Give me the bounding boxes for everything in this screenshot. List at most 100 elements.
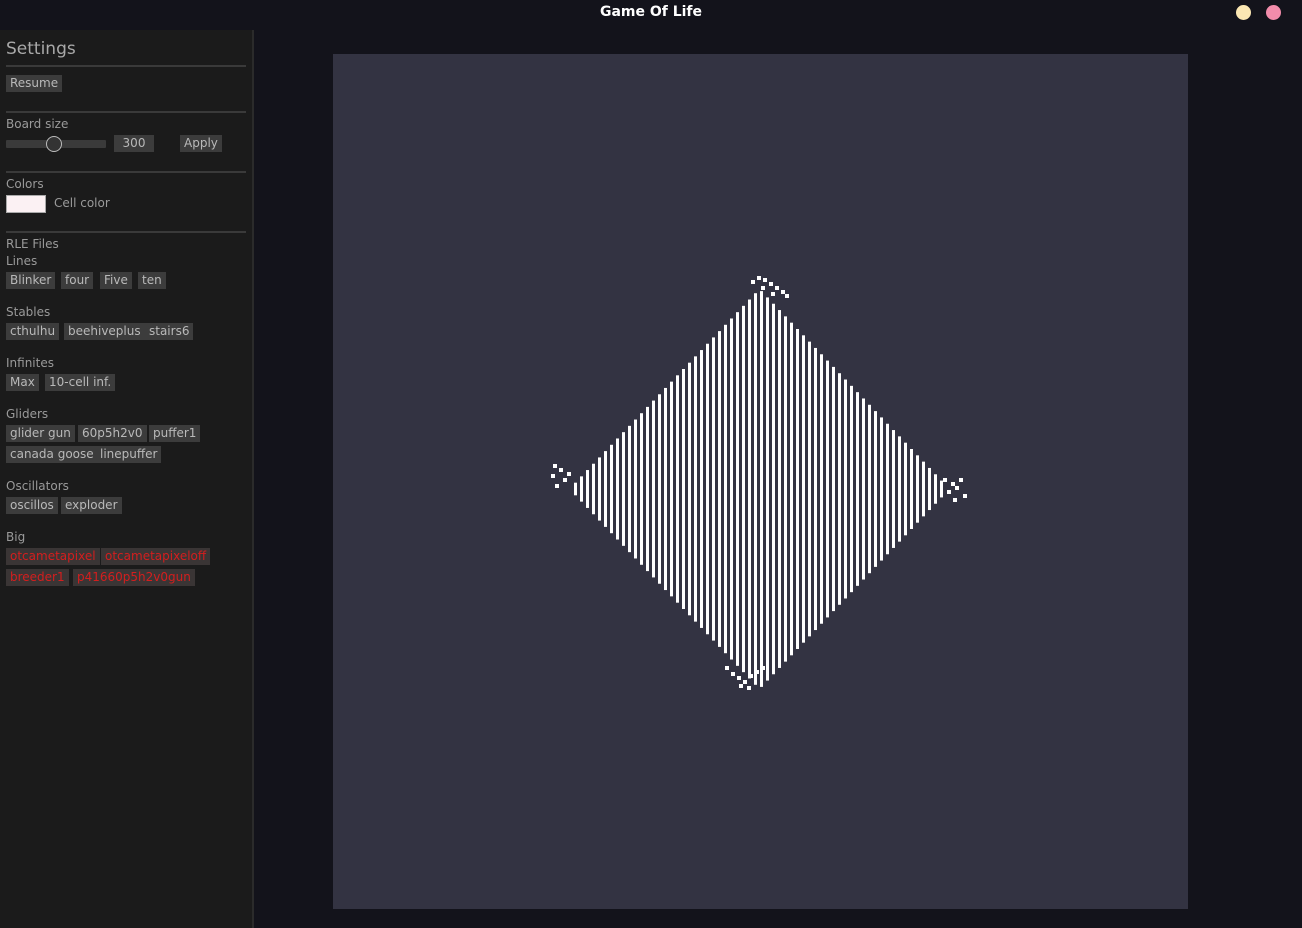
cell-stripe: [676, 375, 679, 603]
cell-stripe: [718, 331, 721, 647]
rle-button[interactable]: cthulhu: [6, 323, 60, 340]
rle-button[interactable]: canada goose: [6, 446, 98, 463]
board-size-slider-handle[interactable]: [46, 136, 62, 152]
cell-stripe: [682, 369, 685, 609]
board-size-label: Board size: [6, 117, 69, 131]
game-board[interactable]: [333, 54, 1188, 909]
divider: [6, 171, 246, 173]
cell: [553, 464, 557, 468]
cell: [769, 282, 773, 286]
group-label-stables: Stables: [6, 305, 51, 319]
cell-stripe: [898, 436, 901, 542]
cell-stripe: [850, 385, 853, 593]
cell-stripe: [778, 310, 781, 668]
divider: [6, 111, 246, 113]
rle-button[interactable]: four: [61, 272, 94, 289]
rle-button[interactable]: otcametapixeloff: [101, 548, 211, 565]
rle-button[interactable]: otcametapixel: [6, 548, 100, 565]
cell-stripe: [826, 360, 829, 618]
cell: [761, 286, 765, 290]
cell: [747, 686, 751, 690]
cell: [781, 290, 785, 294]
rle-button[interactable]: beehiveplus: [64, 323, 145, 340]
rle-button[interactable]: 60p5h2v0: [78, 425, 147, 442]
rle-button[interactable]: Max: [6, 374, 39, 391]
cell-stripe: [646, 406, 649, 572]
cell-stripe: [766, 297, 769, 681]
cell: [739, 684, 743, 688]
cell-stripe: [658, 394, 661, 584]
cell-stripe: [796, 329, 799, 649]
cell-stripe: [844, 379, 847, 599]
cell-stripe: [808, 341, 811, 637]
cell: [775, 286, 779, 290]
cell: [551, 474, 555, 478]
cell-stripe: [820, 354, 823, 624]
cell-stripe: [886, 423, 889, 555]
cell-stripe: [586, 470, 589, 508]
close-button[interactable]: [1266, 5, 1281, 20]
rle-button[interactable]: linepuffer: [96, 446, 162, 463]
cell: [785, 294, 789, 298]
group-label-lines: Lines: [6, 254, 38, 268]
cell-color-swatch[interactable]: [6, 195, 46, 213]
cell-stripe: [802, 335, 805, 643]
cell: [951, 482, 955, 486]
rle-button[interactable]: Five: [100, 272, 132, 289]
cell: [761, 666, 765, 670]
rle-files-label: RLE Files: [6, 237, 59, 251]
cell-stripe: [880, 417, 883, 561]
group-label-gliders: Gliders: [6, 407, 49, 421]
rle-button[interactable]: exploder: [61, 497, 122, 514]
cell: [757, 276, 761, 280]
rle-button[interactable]: puffer1: [149, 425, 201, 442]
cell-stripe: [790, 322, 793, 656]
cell-stripe: [754, 293, 757, 685]
cell: [953, 498, 957, 502]
cell-stripe: [892, 430, 895, 548]
cell-stripe: [598, 457, 601, 521]
cell-stripe: [592, 463, 595, 515]
cell-stripe: [700, 350, 703, 628]
cell-stripe: [652, 400, 655, 578]
cell-stripe: [622, 432, 625, 546]
rle-button[interactable]: stairs6: [145, 323, 194, 340]
cell-stripe: [940, 480, 943, 498]
cell-stripe: [868, 404, 871, 574]
cell-stripe: [574, 482, 577, 496]
rle-button[interactable]: breeder1: [6, 569, 69, 586]
resume-button[interactable]: Resume: [6, 75, 63, 92]
cell: [555, 484, 559, 488]
cell: [743, 680, 747, 684]
rle-button[interactable]: oscillos: [6, 497, 58, 514]
cell: [563, 478, 567, 482]
cell: [559, 468, 563, 472]
colors-label: Colors: [6, 177, 44, 191]
cell-stripe: [712, 337, 715, 641]
rle-button[interactable]: ten: [138, 272, 166, 289]
cell-stripe: [724, 324, 727, 654]
rle-button[interactable]: glider gun: [6, 425, 75, 442]
cell-stripe: [916, 455, 919, 523]
apply-button[interactable]: Apply: [180, 135, 222, 152]
group-label-big: Big: [6, 530, 26, 544]
cell-stripe: [814, 347, 817, 631]
rle-button[interactable]: p41660p5h2v0gun: [73, 569, 195, 586]
cell-stripe: [748, 299, 751, 679]
group-label-oscillators: Oscillators: [6, 479, 69, 493]
minimize-button[interactable]: [1236, 5, 1251, 20]
cell-stripe: [772, 303, 775, 675]
cell: [749, 674, 753, 678]
cell-stripe: [742, 305, 745, 673]
cell: [947, 490, 951, 494]
cell-stripe: [736, 312, 739, 666]
divider: [6, 65, 246, 67]
cell-stripe: [862, 398, 865, 580]
cell-stripe: [688, 362, 691, 616]
cell-stripe: [730, 318, 733, 660]
board-size-input[interactable]: 300: [114, 135, 154, 152]
rle-button[interactable]: 10-cell inf.: [45, 374, 116, 391]
cell-stripe: [928, 467, 931, 511]
cell-stripe: [604, 451, 607, 527]
rle-button[interactable]: Blinker: [6, 272, 56, 289]
